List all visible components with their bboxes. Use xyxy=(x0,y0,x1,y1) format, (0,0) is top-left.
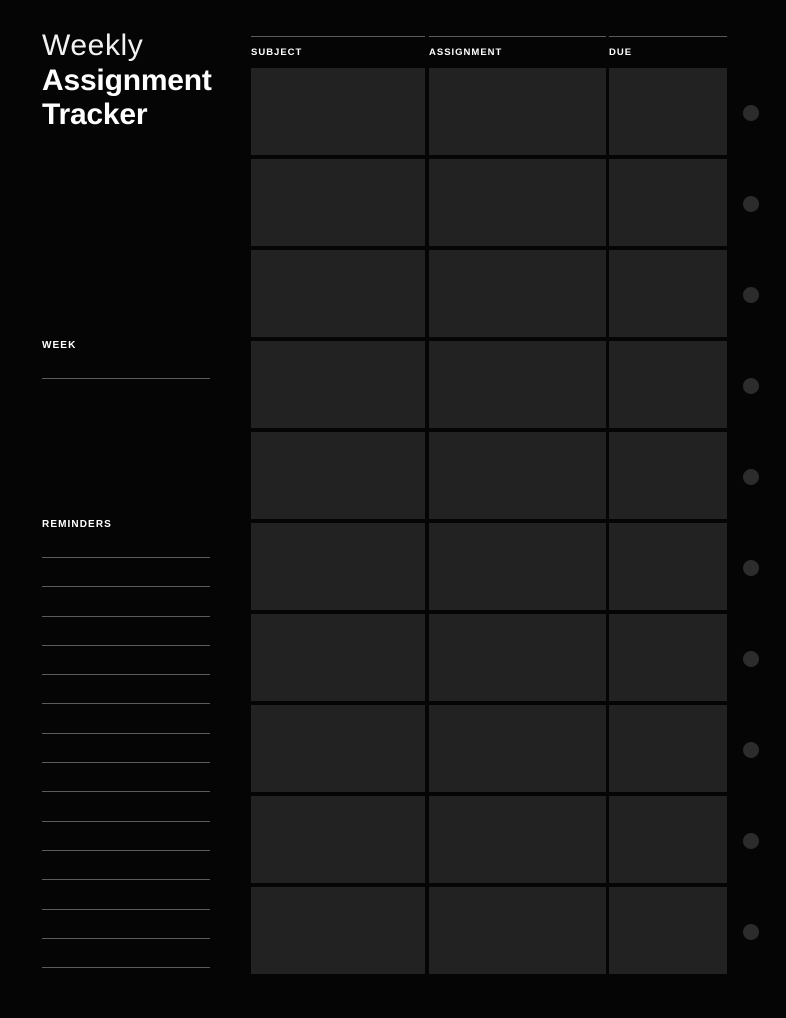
planner-page: Weekly Assignment Tracker WEEK REMINDERS… xyxy=(0,0,786,1018)
cell-due[interactable] xyxy=(609,705,727,792)
binder-hole-icon xyxy=(743,924,759,940)
column-header-subject: SUBJECT xyxy=(251,36,425,68)
reminder-line[interactable] xyxy=(42,703,210,705)
assignment-table: SUBJECT ASSIGNMENT DUE xyxy=(251,36,727,978)
cell-assignment[interactable] xyxy=(429,341,606,428)
cell-subject[interactable] xyxy=(251,341,425,428)
cell-due[interactable] xyxy=(609,68,727,155)
cell-assignment[interactable] xyxy=(429,523,606,610)
cell-subject[interactable] xyxy=(251,614,425,701)
cell-subject[interactable] xyxy=(251,796,425,883)
table-row xyxy=(251,523,727,610)
reminders-section-label: REMINDERS xyxy=(42,519,112,530)
reminder-line[interactable] xyxy=(42,615,210,617)
binder-hole-icon xyxy=(743,196,759,212)
cell-assignment[interactable] xyxy=(429,432,606,519)
table-row xyxy=(251,887,727,974)
page-title: Weekly Assignment Tracker xyxy=(42,28,262,132)
cell-assignment[interactable] xyxy=(429,250,606,337)
reminder-line[interactable] xyxy=(42,937,210,939)
reminder-line[interactable] xyxy=(42,820,210,822)
cell-assignment[interactable] xyxy=(429,705,606,792)
table-row xyxy=(251,250,727,337)
binder-hole-icon xyxy=(743,833,759,849)
binder-hole-icon xyxy=(743,742,759,758)
cell-due[interactable] xyxy=(609,614,727,701)
cell-due[interactable] xyxy=(609,341,727,428)
week-section-label: WEEK xyxy=(42,340,77,351)
table-row xyxy=(251,614,727,701)
cell-due[interactable] xyxy=(609,250,727,337)
cell-assignment[interactable] xyxy=(429,887,606,974)
table-row xyxy=(251,705,727,792)
cell-subject[interactable] xyxy=(251,705,425,792)
table-row xyxy=(251,159,727,246)
reminder-line[interactable] xyxy=(42,879,210,881)
cell-assignment[interactable] xyxy=(429,68,606,155)
cell-subject[interactable] xyxy=(251,159,425,246)
table-row xyxy=(251,341,727,428)
table-body xyxy=(251,68,727,974)
table-row xyxy=(251,432,727,519)
cell-due[interactable] xyxy=(609,523,727,610)
reminder-line[interactable] xyxy=(42,967,210,969)
page-title-line-1: Weekly xyxy=(42,29,144,62)
binder-hole-icon xyxy=(743,105,759,121)
reminder-line[interactable] xyxy=(42,908,210,910)
cell-due[interactable] xyxy=(609,887,727,974)
cell-assignment[interactable] xyxy=(429,614,606,701)
column-header-assignment: ASSIGNMENT xyxy=(429,36,606,68)
sidebar: Weekly Assignment Tracker WEEK REMINDERS xyxy=(42,28,212,973)
reminder-line[interactable] xyxy=(42,644,210,646)
week-write-line[interactable] xyxy=(42,378,210,379)
binder-hole-icon xyxy=(743,287,759,303)
reminders-line-list xyxy=(42,557,210,996)
binder-hole-strip xyxy=(743,105,761,1015)
reminder-line[interactable] xyxy=(42,732,210,734)
cell-subject[interactable] xyxy=(251,523,425,610)
column-header-due: DUE xyxy=(609,36,727,68)
page-title-line-2: Assignment xyxy=(42,64,212,97)
binder-hole-icon xyxy=(743,469,759,485)
cell-subject[interactable] xyxy=(251,250,425,337)
page-title-line-3: Tracker xyxy=(42,98,148,131)
reminder-line[interactable] xyxy=(42,791,210,793)
cell-subject[interactable] xyxy=(251,887,425,974)
table-row xyxy=(251,796,727,883)
table-row xyxy=(251,68,727,155)
table-header-row: SUBJECT ASSIGNMENT DUE xyxy=(251,36,727,68)
cell-subject[interactable] xyxy=(251,68,425,155)
cell-due[interactable] xyxy=(609,432,727,519)
binder-hole-icon xyxy=(743,560,759,576)
reminder-line[interactable] xyxy=(42,762,210,764)
cell-due[interactable] xyxy=(609,796,727,883)
cell-assignment[interactable] xyxy=(429,796,606,883)
cell-subject[interactable] xyxy=(251,432,425,519)
reminder-line[interactable] xyxy=(42,586,210,588)
reminder-line[interactable] xyxy=(42,557,210,558)
cell-assignment[interactable] xyxy=(429,159,606,246)
binder-hole-icon xyxy=(743,378,759,394)
reminder-line[interactable] xyxy=(42,674,210,676)
reminder-line[interactable] xyxy=(42,849,210,851)
cell-due[interactable] xyxy=(609,159,727,246)
binder-hole-icon xyxy=(743,651,759,667)
